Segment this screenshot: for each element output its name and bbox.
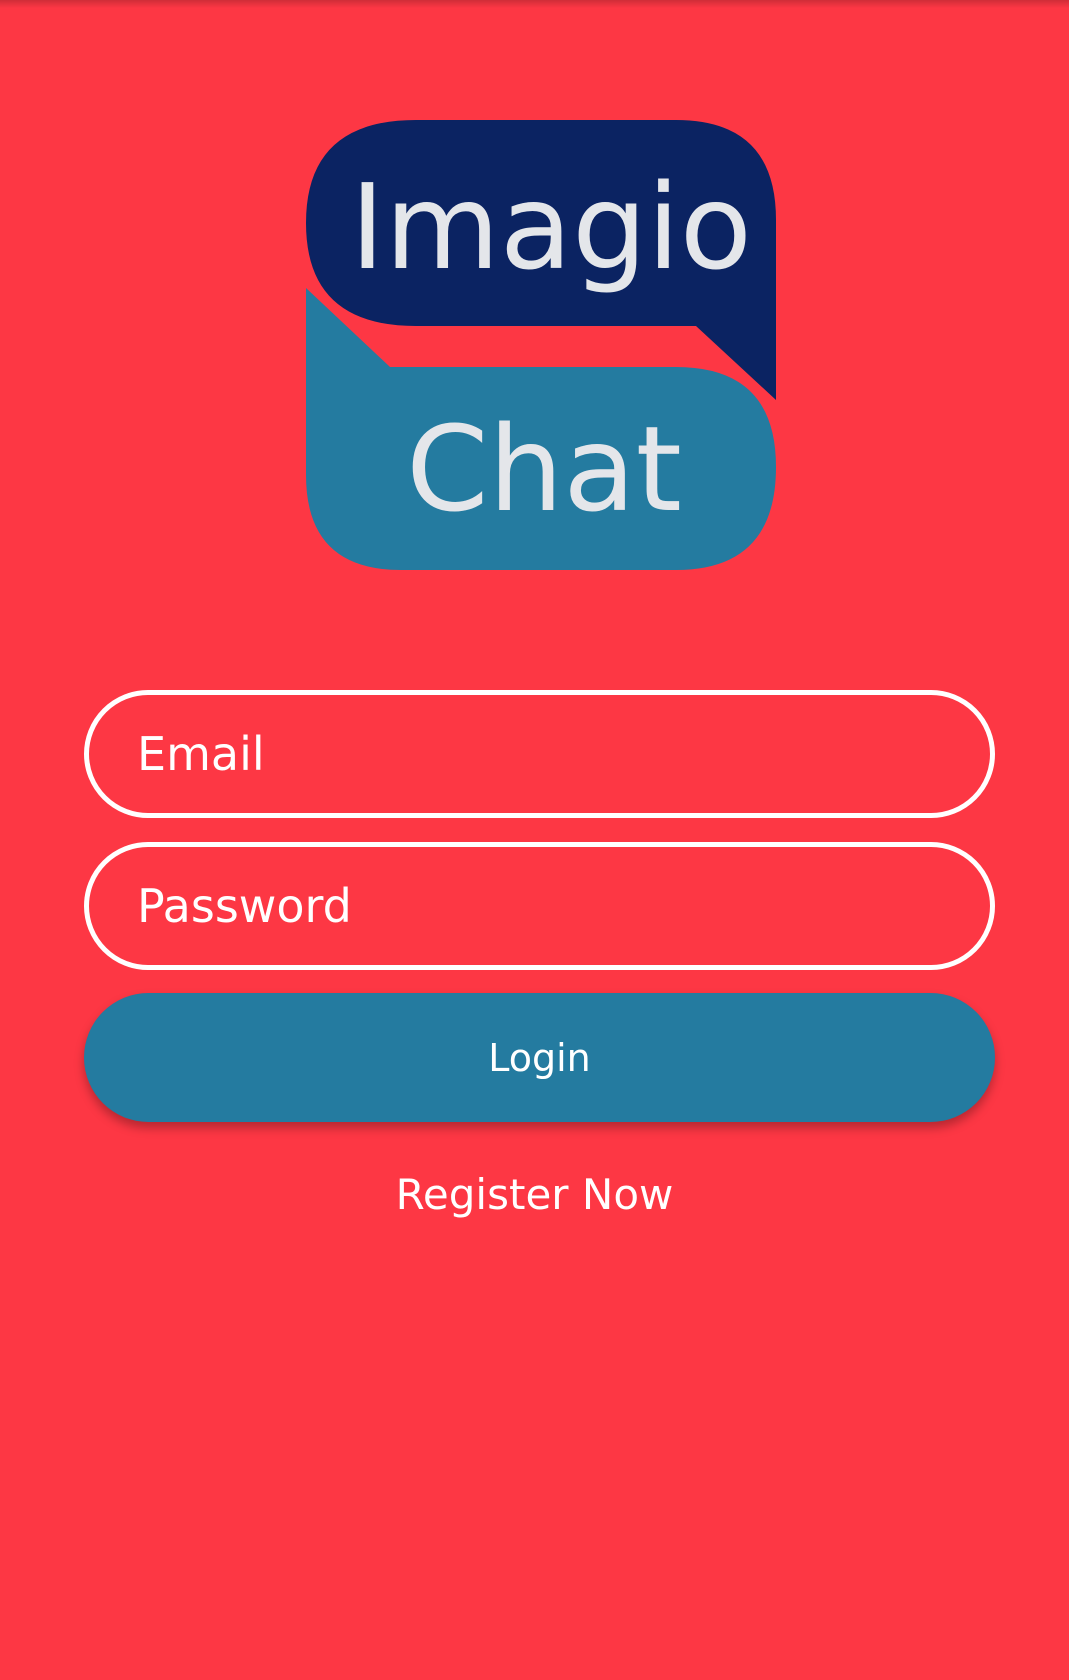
logo-graphic: Imagio Chat	[306, 120, 776, 570]
logo-text-chat: Chat	[406, 400, 682, 538]
password-field[interactable]	[84, 842, 995, 970]
login-button[interactable]: Login	[84, 993, 995, 1122]
status-bar-shadow	[0, 0, 1069, 8]
register-now-link[interactable]: Register Now	[0, 1170, 1069, 1219]
email-field[interactable]	[84, 690, 995, 818]
app-logo: Imagio Chat	[306, 120, 776, 575]
logo-text-imagio: Imagio	[350, 158, 752, 296]
password-input[interactable]	[137, 879, 990, 933]
email-input[interactable]	[137, 727, 990, 781]
